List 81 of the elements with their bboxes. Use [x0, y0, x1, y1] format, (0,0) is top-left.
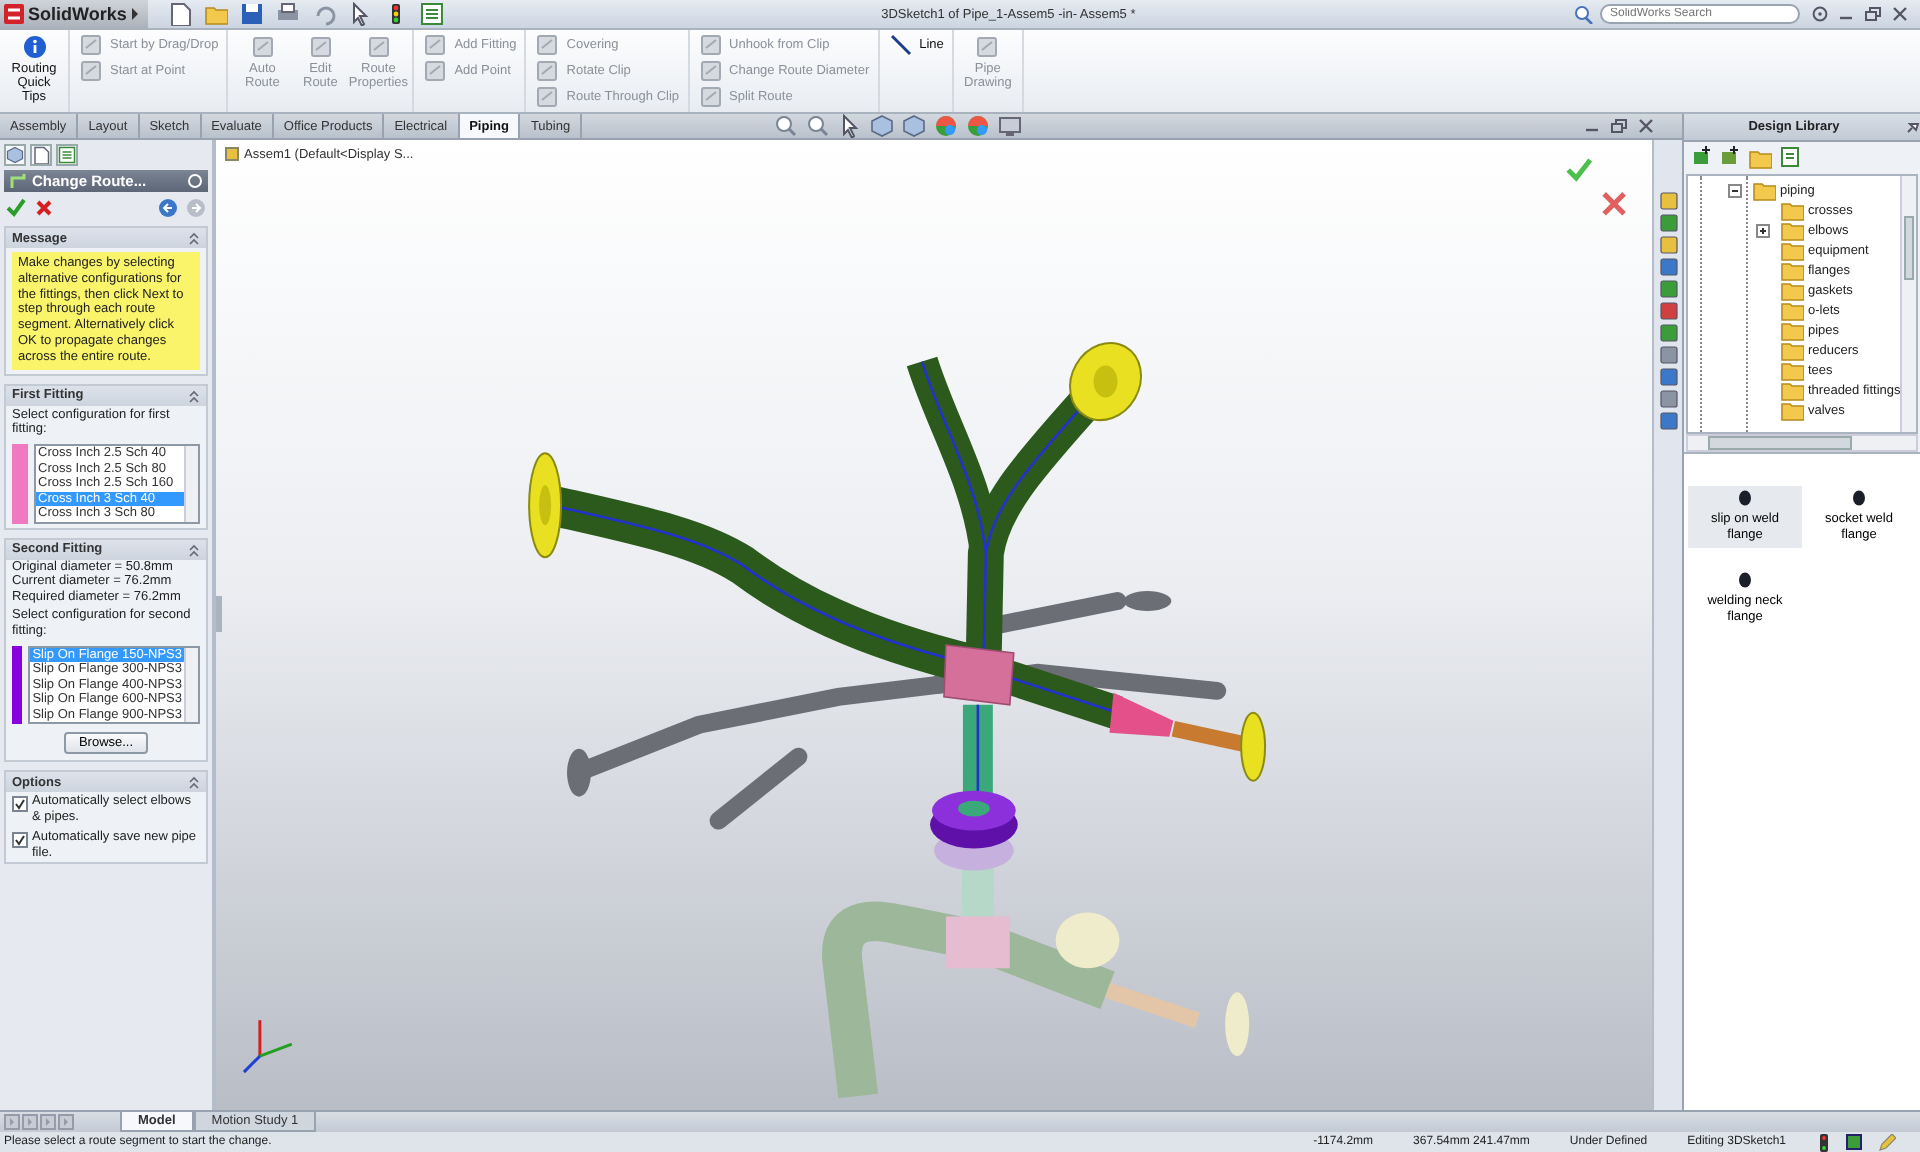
panel-tab[interactable]: [30, 144, 52, 166]
tool-icon: [422, 58, 449, 84]
close-icon[interactable]: [1638, 118, 1654, 134]
cancel-button[interactable]: [34, 198, 54, 218]
folder-icon: [1780, 338, 1804, 362]
restore-icon[interactable]: [1864, 6, 1882, 22]
new-document-icon[interactable]: [168, 2, 193, 26]
splitter-handle[interactable]: [216, 596, 222, 632]
checkbox[interactable]: [12, 831, 28, 848]
close-icon[interactable]: [1892, 6, 1908, 22]
undo-icon[interactable]: [312, 2, 337, 26]
add-icon[interactable]: [1692, 146, 1712, 166]
tool-icon: [697, 58, 724, 84]
tool-icon: [534, 58, 561, 84]
collapse-icon[interactable]: [188, 387, 200, 404]
folder-icon: [1780, 278, 1804, 302]
close-icon[interactable]: [1601, 191, 1627, 217]
folder-icon: [1780, 238, 1804, 262]
sphere-icon[interactable]: [934, 114, 959, 138]
folder-icon: [1780, 218, 1804, 242]
add-icon[interactable]: [1720, 146, 1740, 166]
flange-icon: [1738, 490, 1752, 506]
app-name: SolidWorks: [28, 4, 127, 24]
restore-icon[interactable]: [1610, 118, 1628, 134]
folder-icon: [1780, 398, 1804, 422]
search-icon[interactable]: [1572, 4, 1596, 24]
ok-button[interactable]: [6, 198, 26, 218]
tool-icon: [78, 32, 104, 58]
tool-icon: [534, 32, 561, 58]
folder-icon: [1780, 258, 1804, 282]
panel-tab[interactable]: [4, 144, 26, 166]
panel-tab[interactable]: [56, 144, 78, 166]
line-icon: [887, 32, 914, 58]
collapse-icon[interactable]: [188, 541, 200, 558]
tool-icon: [697, 84, 724, 110]
folder-icon: [1780, 358, 1804, 382]
monitor-icon[interactable]: [998, 114, 1023, 138]
magnifier-icon[interactable]: [774, 114, 799, 138]
magnifier-icon[interactable]: [806, 114, 831, 138]
tool-icon: [697, 32, 724, 58]
collapse-icon[interactable]: [188, 230, 200, 246]
save-icon[interactable]: [240, 2, 265, 26]
tool-icon: [249, 34, 276, 60]
folder-icon: [1780, 198, 1804, 222]
scrollbar[interactable]: [1900, 176, 1916, 432]
folder-icon: [1780, 378, 1804, 402]
folder-icon: [1780, 298, 1804, 322]
tool-icon: [534, 84, 561, 110]
scrollbar[interactable]: [184, 446, 198, 522]
app-logo-icon: [4, 4, 24, 24]
flange-icon: [1852, 490, 1866, 506]
menu-arrow-icon[interactable]: [130, 6, 141, 22]
minus-icon[interactable]: [1728, 183, 1742, 197]
info-icon: [21, 34, 47, 60]
folder-icon: [1780, 318, 1804, 342]
list-icon[interactable]: [420, 2, 445, 26]
printer-icon[interactable]: [276, 2, 301, 26]
axis-triad-icon: [242, 1020, 293, 1074]
document-icon[interactable]: [1780, 146, 1800, 168]
check-icon[interactable]: [1566, 158, 1593, 182]
arrow-icon[interactable]: [838, 114, 863, 138]
traffic-light-icon[interactable]: [1818, 1133, 1830, 1151]
assembly-icon: [224, 146, 240, 162]
tool-icon: [422, 32, 449, 58]
checkbox[interactable]: [12, 796, 28, 813]
route-icon: [10, 172, 28, 190]
back-button[interactable]: [158, 198, 178, 218]
folder-icon[interactable]: [1748, 146, 1772, 170]
tool-icon: [307, 34, 334, 60]
collapse-icon[interactable]: [188, 774, 200, 791]
tool-icon: [974, 34, 1001, 60]
scrollbar[interactable]: [184, 647, 198, 723]
pin-icon[interactable]: [1904, 119, 1920, 135]
scrollbar[interactable]: [1686, 434, 1918, 452]
cursor-icon[interactable]: [348, 2, 373, 26]
tool-icon: [78, 58, 104, 84]
plus-icon[interactable]: [1756, 223, 1770, 237]
flange-icon: [1738, 572, 1752, 589]
sphere-icon[interactable]: [966, 114, 991, 138]
folder-icon: [1752, 178, 1776, 202]
tool-icon: [365, 34, 392, 60]
